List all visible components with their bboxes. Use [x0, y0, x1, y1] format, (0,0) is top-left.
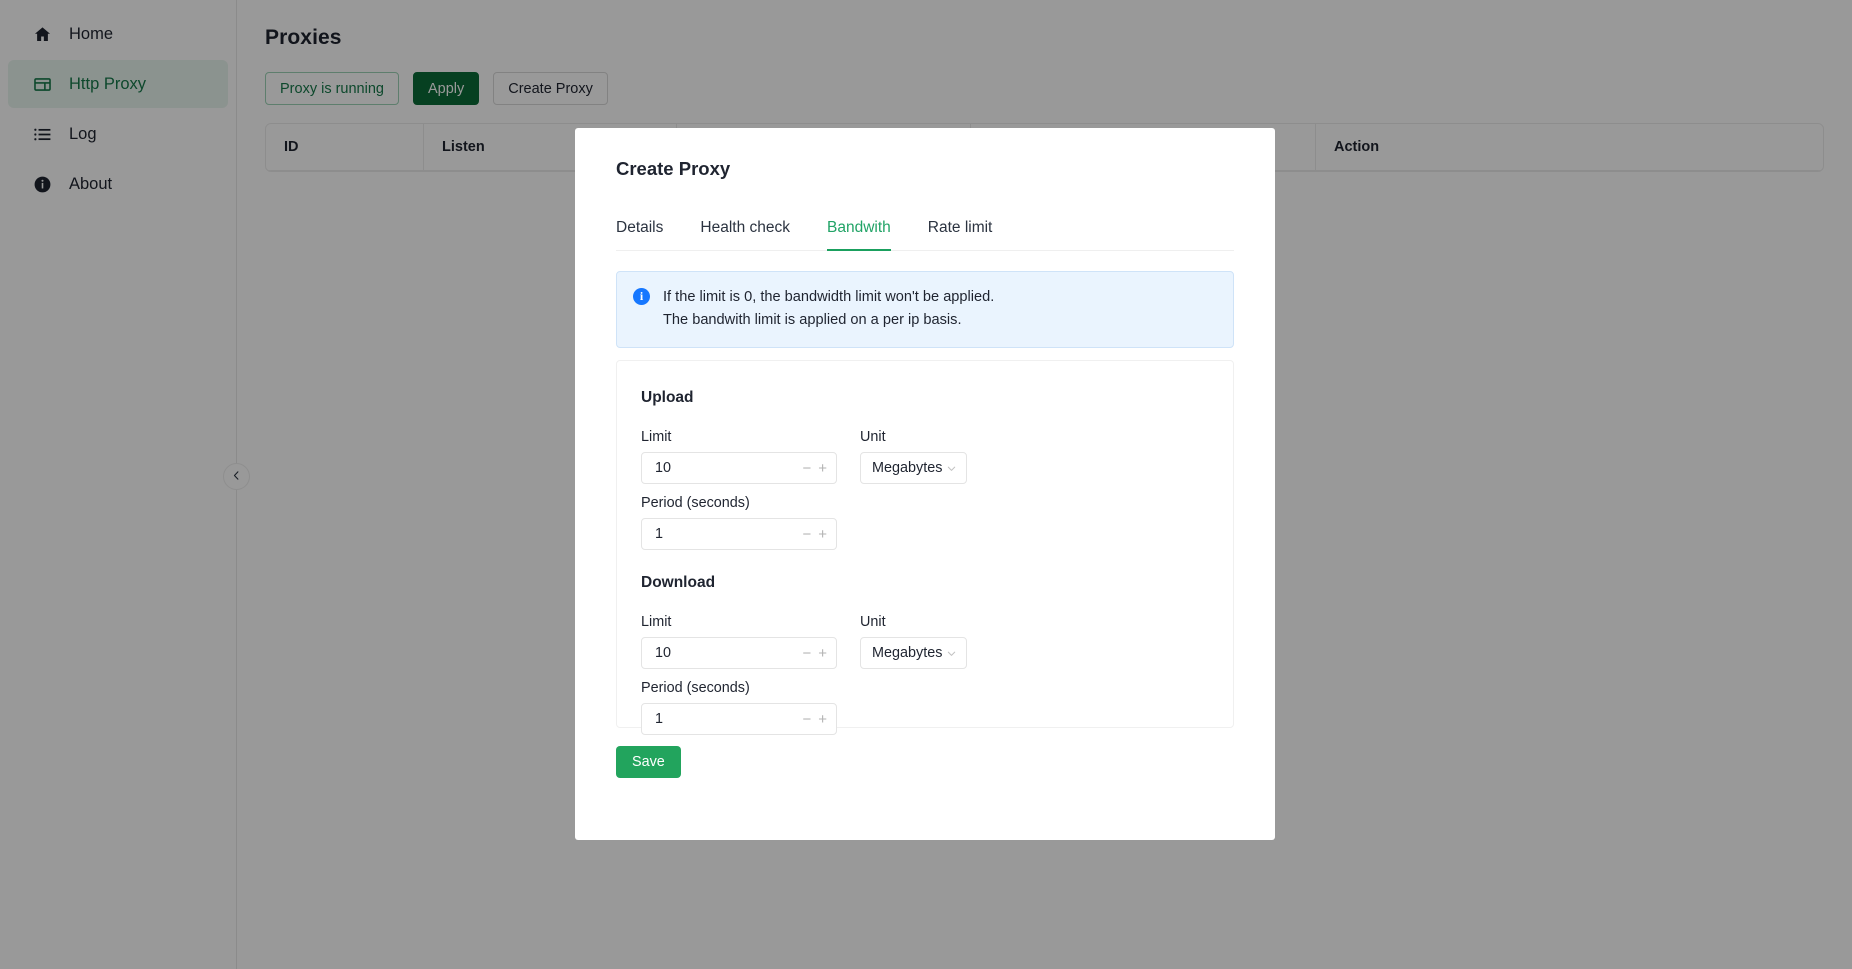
- chevron-down-icon: [946, 463, 957, 474]
- plus-icon[interactable]: +: [818, 461, 827, 476]
- upload-period-value: 1: [655, 526, 664, 542]
- upload-period-label: Period (seconds): [641, 495, 750, 511]
- upload-limit-input[interactable]: 10 − +: [641, 452, 837, 484]
- upload-limit-row: Limit 10 − + Unit Megabytes: [641, 429, 1209, 484]
- info-icon: i: [633, 288, 650, 305]
- upload-limit-stepper: − +: [802, 461, 827, 476]
- alert-line-2: The bandwith limit is applied on a per i…: [663, 312, 962, 328]
- plus-icon[interactable]: +: [818, 712, 827, 727]
- download-unit-select[interactable]: Megabytes: [860, 637, 967, 669]
- download-limit-label: Limit: [641, 614, 672, 630]
- download-unit-value: Megabytes: [872, 645, 943, 661]
- modal-title: Create Proxy: [616, 158, 731, 179]
- download-period-value: 1: [655, 711, 664, 727]
- upload-period-field: Period (seconds) 1 − +: [641, 495, 1209, 550]
- tab-bandwith[interactable]: Bandwith: [827, 219, 891, 251]
- alert-text: If the limit is 0, the bandwidth limit w…: [663, 286, 994, 332]
- download-unit-label: Unit: [860, 614, 886, 630]
- upload-limit-label: Limit: [641, 429, 672, 445]
- download-period-field: Period (seconds) 1 − +: [641, 680, 1209, 735]
- download-limit-field: Limit 10 − +: [641, 614, 837, 669]
- app-root: Home Http Proxy Log About Proxies Proxy …: [0, 0, 1852, 969]
- download-period-stepper: − +: [802, 712, 827, 727]
- bandwidth-form-card: Upload Limit 10 − + Unit Megabytes Perio…: [616, 360, 1234, 735]
- create-proxy-modal: Create Proxy Details Health check Bandwi…: [575, 128, 1275, 840]
- modal-tabs: Details Health check Bandwith Rate limit: [616, 219, 1234, 251]
- upload-unit-label: Unit: [860, 429, 886, 445]
- download-limit-value: 10: [655, 645, 672, 661]
- upload-limit-field: Limit 10 − +: [641, 429, 837, 484]
- upload-unit-value: Megabytes: [872, 460, 943, 476]
- download-limit-input[interactable]: 10 − +: [641, 637, 837, 669]
- download-limit-row: Limit 10 − + Unit Megabytes: [641, 614, 1209, 669]
- download-limit-stepper: − +: [802, 646, 827, 661]
- upload-period-input[interactable]: 1 − +: [641, 518, 837, 550]
- upload-unit-field: Unit Megabytes: [860, 429, 967, 484]
- download-section-title: Download: [641, 574, 716, 591]
- save-button[interactable]: Save: [616, 746, 681, 778]
- plus-icon[interactable]: +: [818, 646, 827, 661]
- download-unit-field: Unit Megabytes: [860, 614, 967, 669]
- upload-section-title: Upload: [641, 389, 694, 406]
- tab-details[interactable]: Details: [616, 219, 663, 250]
- tab-health-check[interactable]: Health check: [700, 219, 790, 250]
- chevron-down-icon: [946, 648, 957, 659]
- minus-icon[interactable]: −: [802, 712, 811, 727]
- tab-rate-limit[interactable]: Rate limit: [928, 219, 993, 250]
- minus-icon[interactable]: −: [802, 461, 811, 476]
- download-period-label: Period (seconds): [641, 680, 750, 696]
- upload-period-stepper: − +: [802, 527, 827, 542]
- minus-icon[interactable]: −: [802, 646, 811, 661]
- alert-line-1: If the limit is 0, the bandwidth limit w…: [663, 289, 995, 305]
- upload-unit-select[interactable]: Megabytes: [860, 452, 967, 484]
- plus-icon[interactable]: +: [818, 527, 827, 542]
- bandwidth-info-alert: i If the limit is 0, the bandwidth limit…: [616, 271, 1234, 348]
- upload-limit-value: 10: [655, 460, 672, 476]
- download-period-input[interactable]: 1 − +: [641, 703, 837, 735]
- minus-icon[interactable]: −: [802, 527, 811, 542]
